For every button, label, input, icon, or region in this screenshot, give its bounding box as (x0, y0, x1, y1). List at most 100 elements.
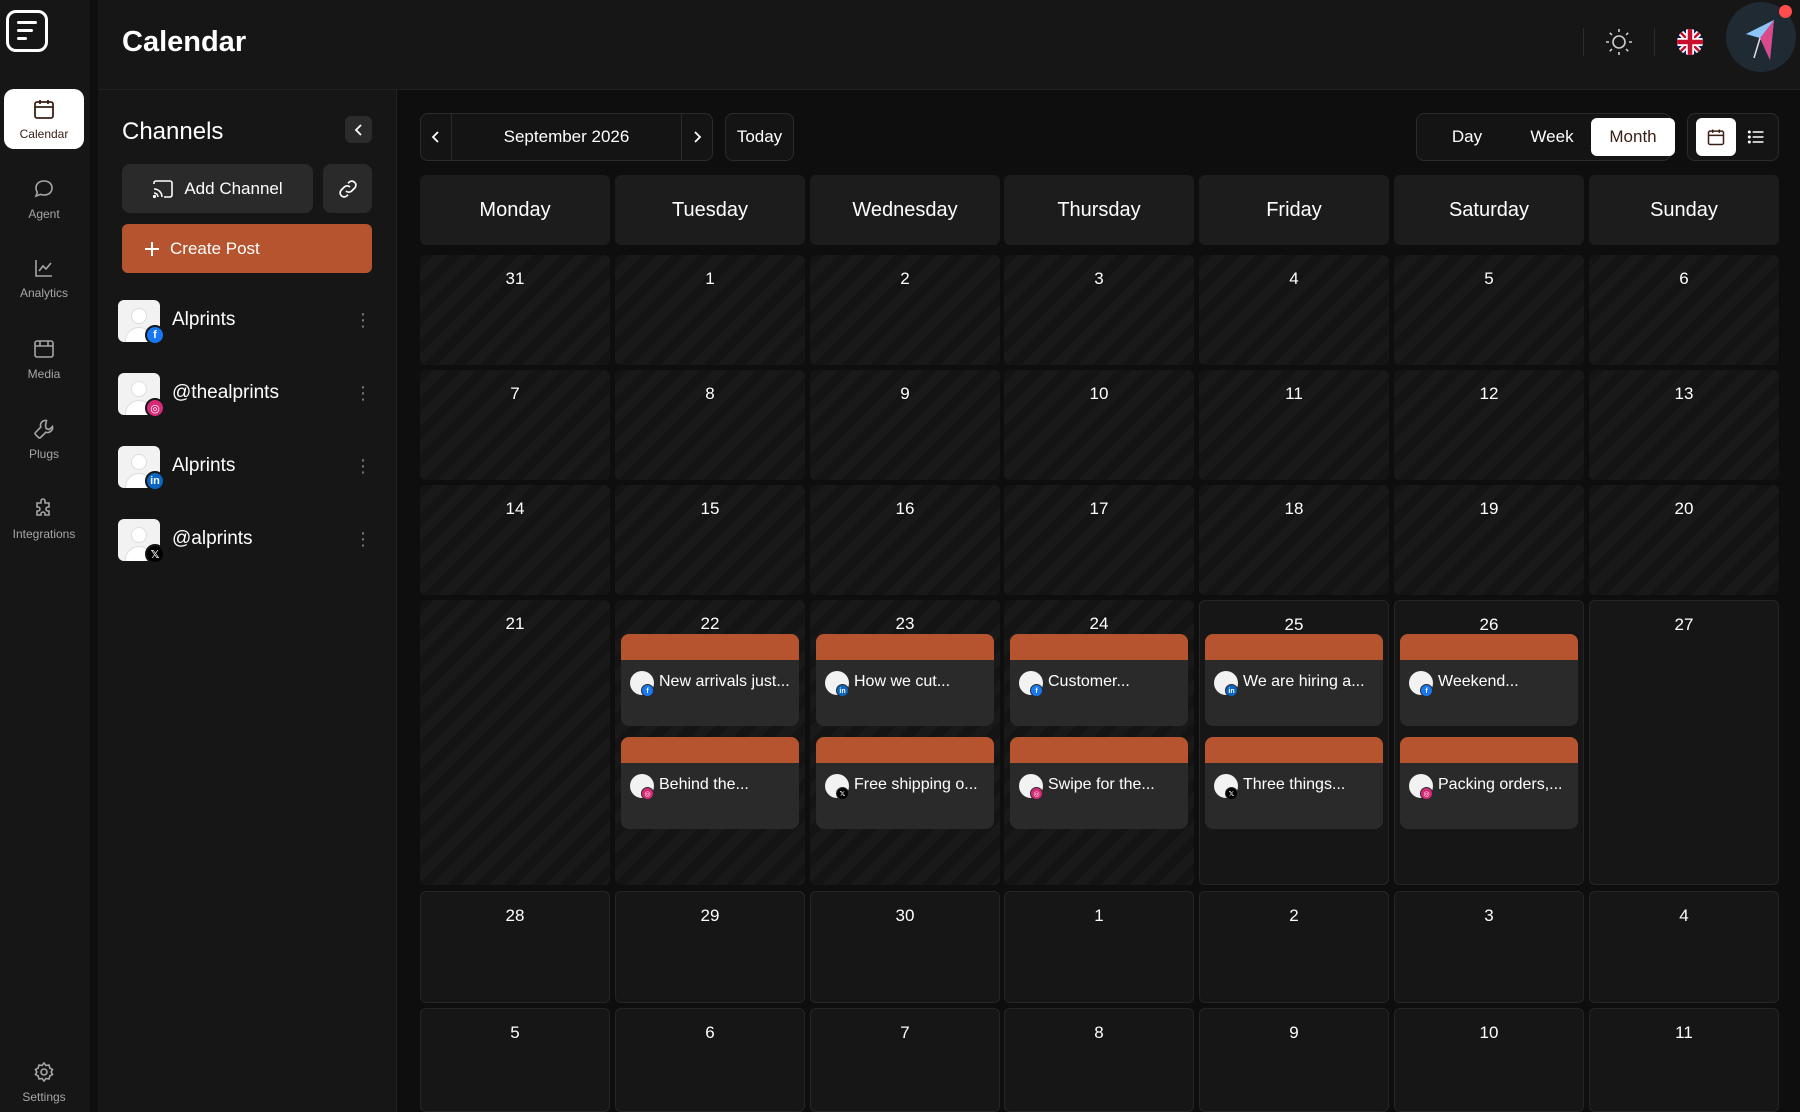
calendar-day-cell[interactable]: 3 (1394, 891, 1584, 1003)
app-logo-icon[interactable] (6, 10, 48, 52)
nav-item-plugs[interactable]: Plugs (4, 409, 84, 469)
current-period-label: September 2026 (503, 127, 630, 146)
calendar-day-cell[interactable]: 12 (1394, 370, 1584, 480)
channel-item-facebook[interactable]: f Alprints ⋮ (118, 298, 374, 345)
more-options-icon[interactable]: ⋮ (354, 527, 372, 551)
calendar-day-cell[interactable]: 17 (1004, 485, 1194, 595)
nav-label: Integrations (12, 527, 76, 541)
calendar-day-cell[interactable]: 4 (1589, 891, 1779, 1003)
calendar-day-cell[interactable]: 11 (1199, 370, 1389, 480)
post-preview-card[interactable]: 𝕏 Three things... (1205, 737, 1383, 829)
more-options-icon[interactable]: ⋮ (354, 308, 372, 332)
calendar-day-cell[interactable]: 27 (1589, 600, 1779, 885)
nav-item-calendar[interactable]: Calendar (4, 89, 84, 149)
day-number: 27 (1674, 615, 1694, 634)
nav-rail: Calendar Agent Analytics Media Plugs Int… (0, 0, 90, 1112)
calendar-day-cell[interactable]: 6 (1589, 255, 1779, 365)
post-preview-card[interactable]: f New arrivals just... (621, 634, 799, 726)
calendar-day-cell[interactable]: 28 (420, 891, 610, 1003)
calendar-day-cell[interactable]: 11 (1589, 1008, 1779, 1112)
calendar-day-cell[interactable]: 30 (810, 891, 1000, 1003)
calendar-day-cell[interactable]: 20 (1589, 485, 1779, 595)
calendar-day-cell[interactable]: 5 (420, 1008, 610, 1112)
nav-item-media[interactable]: Media (4, 329, 84, 389)
calendar-day-cell[interactable]: 7 (420, 370, 610, 480)
add-channel-button[interactable]: Add Channel (122, 164, 313, 213)
post-header-bar (1205, 737, 1383, 763)
calendar-day-cell[interactable]: 9 (1199, 1008, 1389, 1112)
day-number: 18 (1284, 499, 1304, 518)
calendar-day-cell[interactable]: 2 (810, 255, 1000, 365)
post-preview-card[interactable]: ◎ Packing orders,... (1400, 737, 1578, 829)
calendar-day-cell[interactable]: 10 (1004, 370, 1194, 480)
linkedin-icon: in (145, 471, 165, 491)
post-preview-card[interactable]: in How we cut... (816, 634, 994, 726)
view-week-button[interactable]: Week (1515, 118, 1589, 156)
channel-item-x[interactable]: 𝕏 @alprints ⋮ (118, 517, 374, 564)
day-number: 19 (1479, 499, 1499, 518)
nav-item-agent[interactable]: Agent (4, 169, 84, 229)
calendar-day-cell[interactable]: 18 (1199, 485, 1389, 595)
day-number: 7 (900, 1023, 910, 1042)
calendar-day-cell[interactable]: 19 (1394, 485, 1584, 595)
day-number: 1 (1094, 906, 1104, 925)
previous-period-button[interactable] (421, 114, 452, 160)
channel-item-linkedin[interactable]: in Alprints ⋮ (118, 444, 374, 491)
create-post-button[interactable]: Create Post (122, 224, 372, 273)
theme-toggle-sun-icon[interactable] (1603, 26, 1635, 58)
nav-item-integrations[interactable]: Integrations (4, 489, 84, 549)
calendar-day-cell[interactable]: 6 (615, 1008, 805, 1112)
chat-icon (34, 180, 53, 198)
calendar-day-cell[interactable]: 2 (1199, 891, 1389, 1003)
next-period-button[interactable] (681, 114, 712, 160)
calendar-icon (1707, 129, 1725, 146)
post-preview-card[interactable]: ◎ Behind the... (621, 737, 799, 829)
calendar-day-cell[interactable]: 13 (1589, 370, 1779, 480)
post-preview-text: Swipe for the... (1048, 776, 1155, 793)
calendar-day-cell[interactable]: 21 (420, 600, 610, 885)
linkedin-icon: in (836, 684, 849, 697)
calendar-layout-button[interactable] (1696, 118, 1736, 156)
calendar-day-cell[interactable]: 4 (1199, 255, 1389, 365)
calendar-day-cell[interactable]: 15 (615, 485, 805, 595)
calendar-day-cell[interactable]: 1 (615, 255, 805, 365)
calendar-day-cell[interactable]: 8 (1004, 1008, 1194, 1112)
post-preview-card[interactable]: 𝕏 Free shipping o... (816, 737, 994, 829)
nav-item-analytics[interactable]: Analytics (4, 248, 84, 308)
more-options-icon[interactable]: ⋮ (354, 454, 372, 478)
copy-link-button[interactable] (323, 164, 372, 213)
calendar-day-cell[interactable]: 9 (810, 370, 1000, 480)
view-day-button[interactable]: Day (1433, 118, 1501, 156)
day-number: 6 (1679, 269, 1689, 288)
calendar-day-cell[interactable]: 5 (1394, 255, 1584, 365)
calendar-day-cell[interactable]: 29 (615, 891, 805, 1003)
calendar-day-cell[interactable]: 3 (1004, 255, 1194, 365)
post-preview-card[interactable]: in We are hiring a... (1205, 634, 1383, 726)
weekday-header-thursday: Thursday (1004, 175, 1194, 245)
weekday-header-monday: Monday (420, 175, 610, 245)
post-preview-text: Packing orders,... (1438, 776, 1563, 793)
calendar-day-cell[interactable]: 7 (810, 1008, 1000, 1112)
calendar-day-cell[interactable]: 8 (615, 370, 805, 480)
view-month-button[interactable]: Month (1591, 118, 1675, 156)
calendar-day-cell[interactable]: 16 (810, 485, 1000, 595)
calendar-day-cell[interactable]: 1 (1004, 891, 1194, 1003)
day-number: 7 (510, 384, 520, 403)
language-flag-uk-icon[interactable] (1674, 26, 1706, 58)
channel-item-instagram[interactable]: ◎ @thealprints ⋮ (118, 371, 374, 418)
post-preview-card[interactable]: f Customer... (1010, 634, 1188, 726)
calendar-day-cell[interactable]: 10 (1394, 1008, 1584, 1112)
calendar-day-cell[interactable]: 14 (420, 485, 610, 595)
more-options-icon[interactable]: ⋮ (354, 381, 372, 405)
day-number: 8 (1094, 1023, 1104, 1042)
calendar-day-cell[interactable]: 31 (420, 255, 610, 365)
post-preview-card[interactable]: ◎ Swipe for the... (1010, 737, 1188, 829)
collapse-panel-button[interactable] (345, 116, 372, 143)
post-preview-text: New arrivals just... (659, 673, 790, 690)
post-preview-text: Free shipping o... (854, 776, 978, 793)
nav-item-settings[interactable]: Settings (4, 1052, 84, 1112)
list-layout-button[interactable] (1736, 118, 1776, 156)
post-preview-card[interactable]: f Weekend... (1400, 634, 1578, 726)
list-icon (1747, 130, 1764, 144)
today-button[interactable]: Today (725, 113, 794, 161)
